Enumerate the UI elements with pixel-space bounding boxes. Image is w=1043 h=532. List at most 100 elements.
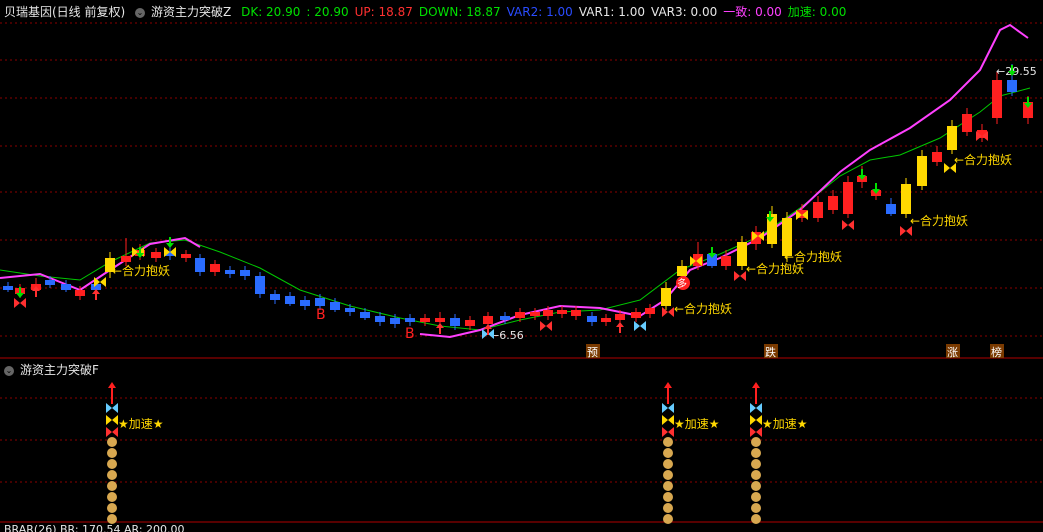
- tag-label: 榜: [991, 345, 1002, 359]
- money-bag-icon: [107, 470, 117, 480]
- money-bag-icon: [751, 503, 761, 513]
- butterfly-icon: [634, 321, 646, 331]
- money-bag-icon: [751, 492, 761, 502]
- candle-body: [465, 320, 475, 326]
- candle-body: [151, 252, 161, 258]
- money-bag-icon: [107, 459, 117, 469]
- money-bag-icon: [663, 492, 673, 502]
- butterfly-icon: [750, 427, 762, 437]
- money-bag-icon: [751, 514, 761, 524]
- money-bag-icon: [107, 492, 117, 502]
- candle-body: [61, 284, 71, 290]
- candle-body: [75, 290, 85, 296]
- candle-body: [390, 318, 400, 324]
- candle-body: [240, 270, 250, 276]
- candle-body: [500, 316, 510, 320]
- candle-body: [270, 294, 280, 300]
- butterfly-icon: [106, 427, 118, 437]
- candle-body: [255, 276, 265, 294]
- low-price-label: ←6.56: [490, 329, 524, 342]
- butterfly-icon: [662, 403, 674, 413]
- up-arrow-icon: [436, 323, 444, 334]
- money-bag-icon: [107, 448, 117, 458]
- candle-body: [661, 288, 671, 306]
- jiasu-label: ★加速★: [674, 417, 720, 431]
- candle-body: [843, 182, 853, 214]
- high-price-label: ←29.55: [996, 65, 1037, 78]
- money-bag-icon: [663, 459, 673, 469]
- buy-signal: B: [316, 307, 326, 323]
- ma-line: [0, 87, 1031, 331]
- money-bag-icon: [663, 514, 673, 524]
- money-bag-icon: [107, 481, 117, 491]
- money-bag-icon: [107, 503, 117, 513]
- jiasu-label: ★加速★: [118, 417, 164, 431]
- money-bag-icon: [751, 448, 761, 458]
- duo-label: 多: [677, 277, 687, 290]
- money-bag-icon: [663, 503, 673, 513]
- money-bag-icon: [663, 448, 673, 458]
- butterfly-icon: [662, 415, 674, 425]
- money-bag-icon: [751, 459, 761, 469]
- candle-body: [515, 312, 525, 318]
- candle-body: [828, 196, 838, 210]
- candle-body: [571, 310, 581, 316]
- tag-label: 涨: [947, 346, 958, 359]
- candle-body: [901, 184, 911, 214]
- candle-body: [181, 254, 191, 258]
- candle-body: [210, 264, 220, 272]
- tag-label: 跌: [765, 345, 776, 359]
- candle-body: [483, 316, 493, 324]
- butterfly-icon: [540, 321, 552, 331]
- up-arrow-icon: [92, 289, 100, 300]
- candle-body: [886, 204, 896, 214]
- butterfly-icon: [750, 415, 762, 425]
- butterfly-icon: [842, 220, 854, 230]
- up-arrow-icon: [616, 322, 624, 333]
- heli-label: ←合力抱妖: [954, 152, 1012, 167]
- candle-body: [345, 308, 355, 312]
- money-bag-icon: [663, 470, 673, 480]
- candle-body: [721, 256, 731, 266]
- signal-arrow-icon: [752, 382, 760, 388]
- signal-arrow-icon: [108, 382, 116, 388]
- candle-body: [530, 312, 540, 316]
- money-bag-icon: [663, 481, 673, 491]
- candle-body: [601, 318, 611, 322]
- candle-body: [300, 300, 310, 306]
- butterfly-icon: [944, 163, 956, 173]
- candle-body: [435, 318, 445, 322]
- heli-label: ←合力抱妖: [674, 301, 732, 316]
- candle-body: [1007, 80, 1017, 92]
- candle-body: [962, 114, 972, 132]
- candle-body: [631, 312, 641, 318]
- butterfly-icon: [106, 415, 118, 425]
- candle-body: [813, 202, 823, 218]
- candle-body: [992, 80, 1002, 118]
- candle-body: [45, 280, 55, 285]
- money-bag-icon: [751, 437, 761, 447]
- butterfly-icon: [106, 403, 118, 413]
- money-bag-icon: [751, 470, 761, 480]
- butterfly-icon: [750, 403, 762, 413]
- butterfly-icon: [734, 271, 746, 281]
- candlestick-chart[interactable]: ←合力抱妖←合力抱妖←合力抱妖←合力抱妖←合力抱妖←合力抱妖BB多←6.56←2…: [0, 0, 1043, 532]
- candle-body: [615, 314, 625, 320]
- candle-body: [225, 270, 235, 274]
- buy-signal: B: [405, 326, 415, 342]
- candle-body: [450, 318, 460, 326]
- candle-body: [543, 310, 553, 316]
- money-bag-icon: [663, 437, 673, 447]
- heli-label: ←合力抱妖: [910, 213, 968, 228]
- butterfly-icon: [900, 226, 912, 236]
- candle-body: [375, 316, 385, 322]
- tag-label: 预: [587, 346, 598, 359]
- money-bag-icon: [107, 514, 117, 524]
- butterfly-icon: [662, 307, 674, 317]
- heli-label: ←合力抱妖: [784, 249, 842, 264]
- candle-body: [3, 286, 13, 290]
- butterfly-icon: [662, 427, 674, 437]
- jiasu-label: ★加速★: [762, 417, 808, 431]
- butterfly-icon: [14, 298, 26, 308]
- heli-label: ←合力抱妖: [112, 263, 170, 278]
